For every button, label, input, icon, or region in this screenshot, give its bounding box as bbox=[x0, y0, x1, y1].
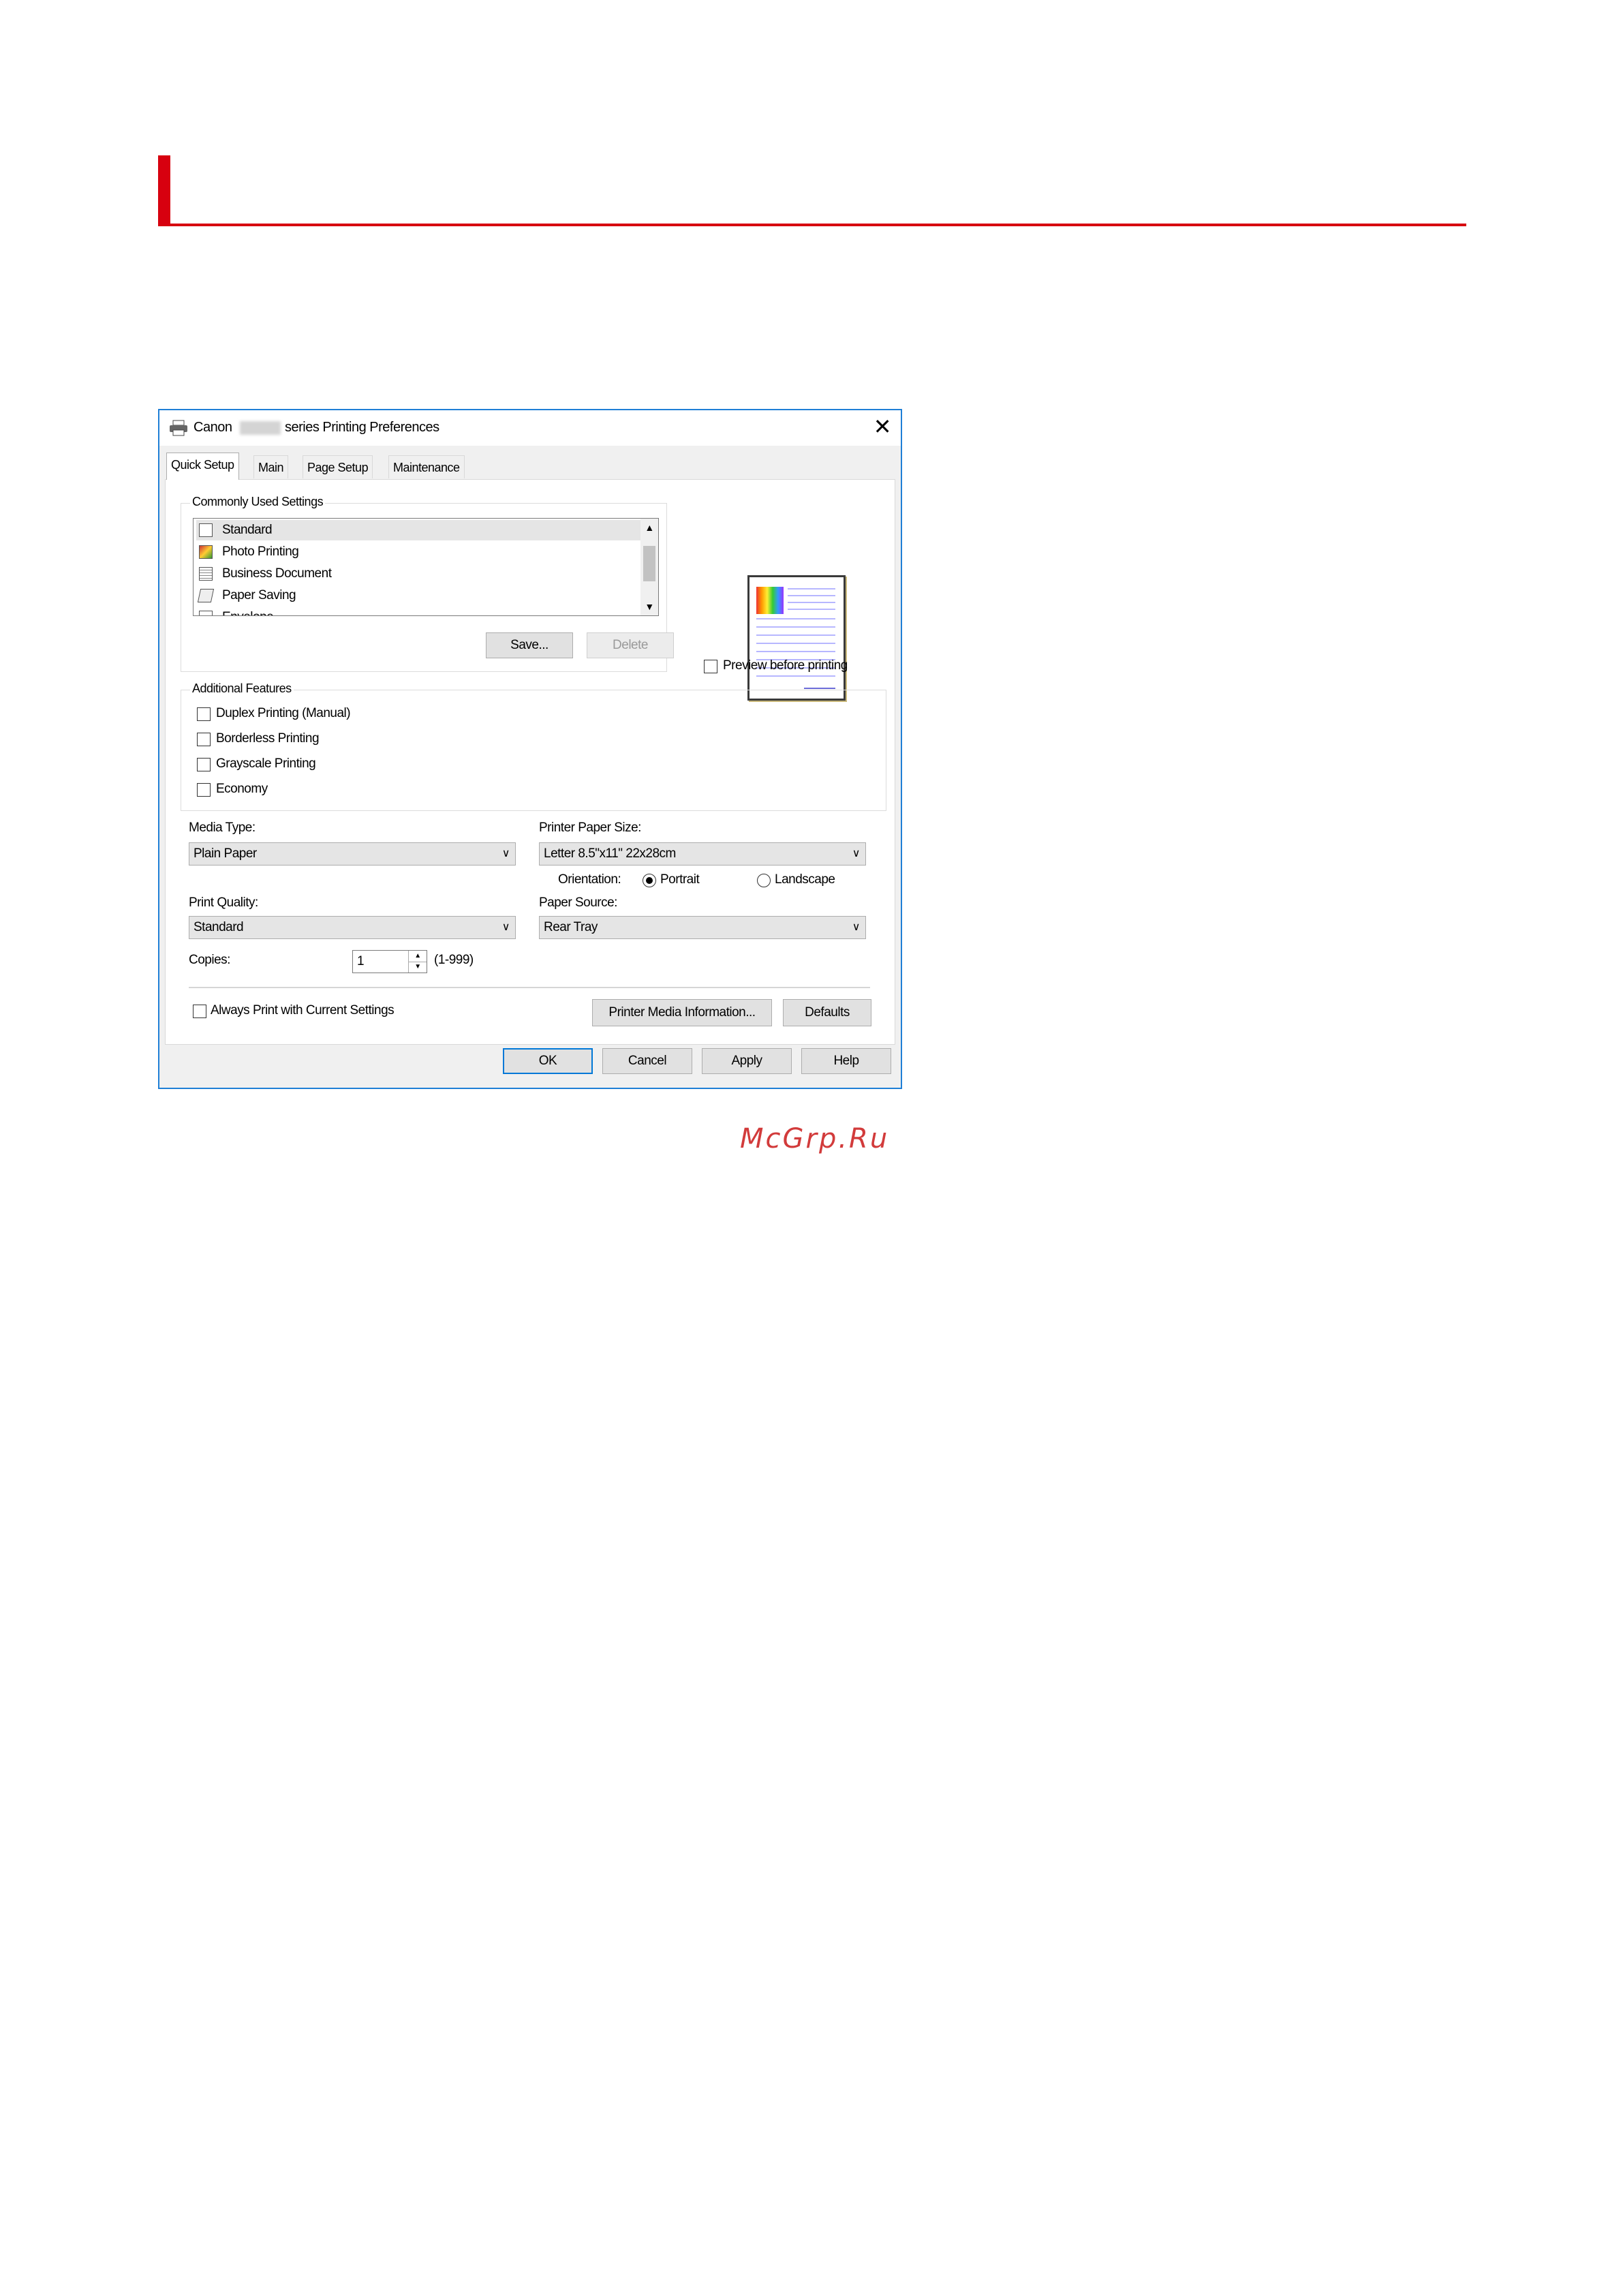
envelope-icon bbox=[199, 611, 213, 615]
paper-size-select[interactable]: Letter 8.5"x11" 22x28cm ∨ bbox=[539, 842, 866, 866]
commonly-used-settings-title: Commonly Used Settings bbox=[190, 495, 326, 509]
delete-button[interactable]: Delete bbox=[587, 632, 674, 658]
portrait-radio[interactable] bbox=[643, 874, 656, 887]
redacted-model-name bbox=[240, 421, 281, 435]
list-item-label: Photo Printing bbox=[222, 545, 299, 559]
borderless-printing-label: Borderless Printing bbox=[216, 731, 320, 746]
always-print-label: Always Print with Current Settings bbox=[211, 1003, 395, 1017]
printer-icon bbox=[170, 420, 187, 436]
paper-saving-icon bbox=[197, 589, 215, 602]
list-item-standard[interactable]: Standard bbox=[196, 520, 658, 540]
list-item-label: Standard bbox=[222, 523, 273, 537]
paper-size-value: Letter 8.5"x11" 22x28cm bbox=[544, 846, 676, 861]
paper-source-value: Rear Tray bbox=[544, 920, 598, 934]
list-item-label: Envelope bbox=[222, 607, 274, 615]
media-type-value: Plain Paper bbox=[194, 846, 257, 861]
landscape-radio[interactable] bbox=[757, 874, 771, 887]
duplex-printing-label: Duplex Printing (Manual) bbox=[216, 706, 351, 720]
always-print-checkbox[interactable] bbox=[193, 1005, 206, 1018]
print-preview-image bbox=[747, 575, 846, 701]
copies-range: (1-999) bbox=[434, 953, 474, 967]
copies-stepper[interactable]: 1 ▲ ▼ bbox=[352, 950, 427, 973]
dialog-title-prefix: Canon bbox=[194, 420, 232, 435]
chevron-down-icon: ∨ bbox=[852, 848, 861, 859]
list-item-label: Business Document bbox=[222, 566, 332, 581]
tab-maintenance[interactable]: Maintenance bbox=[388, 455, 465, 478]
defaults-button[interactable]: Defaults bbox=[783, 999, 871, 1026]
stepper-down-icon[interactable]: ▼ bbox=[408, 962, 427, 973]
chevron-down-icon: ∨ bbox=[501, 921, 510, 933]
page-heading-bar bbox=[158, 155, 170, 226]
printing-preferences-dialog: Canon series Printing Preferences ✕ Quic… bbox=[158, 409, 902, 1089]
quick-setup-panel: Commonly Used Settings Standard Photo Pr… bbox=[165, 479, 895, 1045]
scroll-up-icon[interactable]: ▲ bbox=[640, 519, 658, 536]
scroll-down-icon[interactable]: ▼ bbox=[640, 598, 658, 615]
preview-before-printing-label: Preview before printing bbox=[723, 658, 848, 673]
list-scrollbar[interactable]: ▲ ▼ bbox=[640, 519, 658, 615]
scroll-thumb[interactable] bbox=[643, 546, 655, 581]
cancel-button[interactable]: Cancel bbox=[602, 1048, 692, 1074]
copies-value: 1 bbox=[357, 954, 365, 968]
preview-color-block bbox=[756, 587, 784, 614]
grayscale-printing-checkbox[interactable] bbox=[197, 758, 211, 771]
list-item-envelope[interactable]: Envelope bbox=[196, 607, 658, 615]
divider bbox=[189, 987, 870, 988]
help-button[interactable]: Help bbox=[801, 1048, 891, 1074]
list-item-paper-saving[interactable]: Paper Saving bbox=[196, 585, 658, 606]
tab-main[interactable]: Main bbox=[253, 455, 289, 478]
portrait-label: Portrait bbox=[660, 872, 700, 887]
dialog-title-suffix: series Printing Preferences bbox=[285, 420, 439, 435]
title-bar: Canon series Printing Preferences ✕ bbox=[159, 410, 901, 446]
close-icon[interactable]: ✕ bbox=[874, 414, 892, 439]
ok-button[interactable]: OK bbox=[503, 1048, 593, 1074]
economy-checkbox[interactable] bbox=[197, 783, 211, 797]
copies-label: Copies: bbox=[189, 953, 230, 967]
print-quality-select[interactable]: Standard ∨ bbox=[189, 916, 516, 939]
paper-size-label: Printer Paper Size: bbox=[539, 821, 641, 835]
stepper-up-icon[interactable]: ▲ bbox=[408, 951, 427, 962]
media-type-select[interactable]: Plain Paper ∨ bbox=[189, 842, 516, 866]
list-item-business-document[interactable]: Business Document bbox=[196, 564, 658, 584]
chevron-down-icon: ∨ bbox=[501, 848, 510, 859]
additional-features-title: Additional Features bbox=[190, 682, 294, 696]
grayscale-printing-label: Grayscale Printing bbox=[216, 756, 316, 771]
business-doc-icon bbox=[199, 567, 213, 581]
page-heading-rule bbox=[158, 224, 1466, 226]
paper-source-select[interactable]: Rear Tray ∨ bbox=[539, 916, 866, 939]
print-quality-label: Print Quality: bbox=[189, 896, 258, 910]
save-button[interactable]: Save... bbox=[486, 632, 573, 658]
paper-source-label: Paper Source: bbox=[539, 896, 617, 910]
preview-before-printing-checkbox[interactable] bbox=[704, 660, 717, 673]
borderless-printing-checkbox[interactable] bbox=[197, 733, 211, 746]
photo-icon bbox=[199, 545, 213, 559]
standard-doc-icon bbox=[199, 523, 213, 537]
commonly-used-settings-list[interactable]: Standard Photo Printing Business Documen… bbox=[193, 518, 659, 616]
watermark-text: McGrp.Ru bbox=[740, 1123, 890, 1154]
printer-media-information-button[interactable]: Printer Media Information... bbox=[592, 999, 772, 1026]
landscape-label: Landscape bbox=[775, 872, 835, 887]
list-item-label: Paper Saving bbox=[222, 588, 296, 602]
print-quality-value: Standard bbox=[194, 920, 244, 934]
tab-page-setup[interactable]: Page Setup bbox=[303, 455, 373, 478]
apply-button[interactable]: Apply bbox=[702, 1048, 792, 1074]
list-item-photo-printing[interactable]: Photo Printing bbox=[196, 542, 658, 562]
economy-label: Economy bbox=[216, 782, 268, 796]
media-type-label: Media Type: bbox=[189, 821, 256, 835]
duplex-printing-checkbox[interactable] bbox=[197, 707, 211, 721]
chevron-down-icon: ∨ bbox=[852, 921, 861, 933]
orientation-label: Orientation: bbox=[558, 872, 621, 887]
tab-quick-setup[interactable]: Quick Setup bbox=[166, 453, 239, 480]
